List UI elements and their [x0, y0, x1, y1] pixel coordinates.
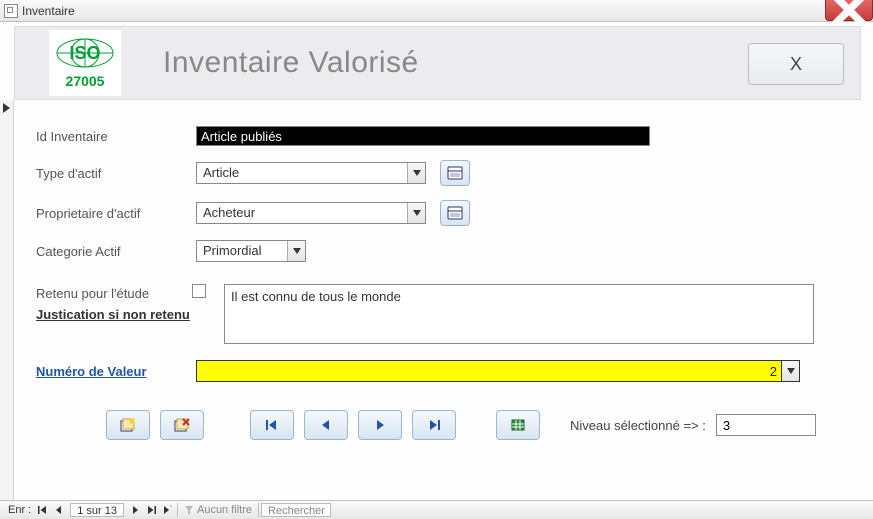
window-titlebar: Inventaire [0, 0, 873, 22]
header-band: ISO 27005 Inventaire Valorisé X [14, 26, 861, 100]
next-record-button[interactable] [358, 410, 402, 440]
id-label: Id Inventaire [36, 129, 196, 144]
prop-value: Acheteur [197, 203, 407, 223]
form-nav-row: Niveau sélectionné => : [36, 410, 853, 440]
search-box[interactable]: Rechercher [261, 503, 331, 517]
form-icon [4, 4, 18, 18]
cat-label: Categorie Actif [36, 244, 196, 259]
nav-last-icon[interactable] [143, 505, 159, 515]
iso-logo: ISO 27005 [49, 30, 121, 96]
prev-record-button[interactable] [304, 410, 348, 440]
numero-valeur-value: 2 [770, 364, 777, 379]
nav-first-icon[interactable] [35, 505, 51, 515]
filter-text: Aucun filtre [197, 504, 252, 516]
record-selector-gutter[interactable] [0, 100, 14, 500]
record-position[interactable]: 1 sur 13 [70, 503, 124, 517]
last-record-button[interactable] [412, 410, 456, 440]
record-prefix: Enr : [4, 501, 35, 519]
window-close-button[interactable] [825, 0, 873, 21]
type-value: Article [197, 163, 407, 183]
form-content: Id Inventaire Type d'actif Article Propr… [14, 100, 861, 500]
iso-code: 27005 [66, 73, 105, 89]
nav-prev-icon[interactable] [51, 505, 67, 515]
svg-text:*: * [170, 505, 172, 511]
retenu-label-block: Retenu pour l'étude Justication si non r… [36, 284, 196, 322]
first-record-button[interactable] [250, 410, 294, 440]
numero-valeur-field[interactable]: 2 [196, 360, 782, 382]
retenu-checkbox[interactable] [192, 284, 206, 298]
chevron-down-icon[interactable] [407, 163, 425, 183]
chevron-down-icon[interactable] [287, 241, 305, 261]
type-label: Type d'actif [36, 166, 196, 181]
type-lookup-button[interactable] [440, 160, 470, 186]
justif-textarea[interactable] [224, 284, 814, 344]
nav-new-icon[interactable]: * [159, 505, 175, 515]
prop-lookup-button[interactable] [440, 200, 470, 226]
filter-status[interactable]: Aucun filtre [180, 501, 256, 519]
form-body: ISO 27005 Inventaire Valorisé X Id Inven… [0, 22, 873, 500]
close-form-button[interactable]: X [748, 43, 844, 85]
prop-combobox[interactable]: Acheteur [196, 202, 426, 224]
retenu-label: Retenu pour l'étude [36, 286, 149, 301]
niveau-label: Niveau sélectionné => : [570, 418, 706, 433]
cat-combobox[interactable]: Primordial [196, 240, 306, 262]
svg-text:ISO: ISO [69, 43, 100, 63]
prop-label: Proprietaire d'actif [36, 206, 196, 221]
current-record-marker-icon [2, 102, 12, 114]
close-form-label: X [790, 54, 802, 75]
window-title: Inventaire [22, 4, 75, 18]
new-record-button[interactable] [106, 410, 150, 440]
id-input[interactable] [196, 126, 650, 146]
justif-label: Justication si non retenu [36, 307, 196, 322]
chevron-down-icon[interactable] [782, 360, 800, 382]
delete-record-button[interactable] [160, 410, 204, 440]
record-nav-bar: Enr : 1 sur 13 * Aucun filtre Rechercher [0, 500, 873, 519]
cat-value: Primordial [197, 241, 287, 261]
datasheet-button[interactable] [496, 410, 540, 440]
page-title: Inventaire Valorisé [163, 46, 419, 80]
numero-valeur-link[interactable]: Numéro de Valeur [36, 364, 196, 379]
type-combobox[interactable]: Article [196, 162, 426, 184]
chevron-down-icon[interactable] [407, 203, 425, 223]
niveau-input[interactable] [716, 414, 816, 436]
nav-next-icon[interactable] [127, 505, 143, 515]
